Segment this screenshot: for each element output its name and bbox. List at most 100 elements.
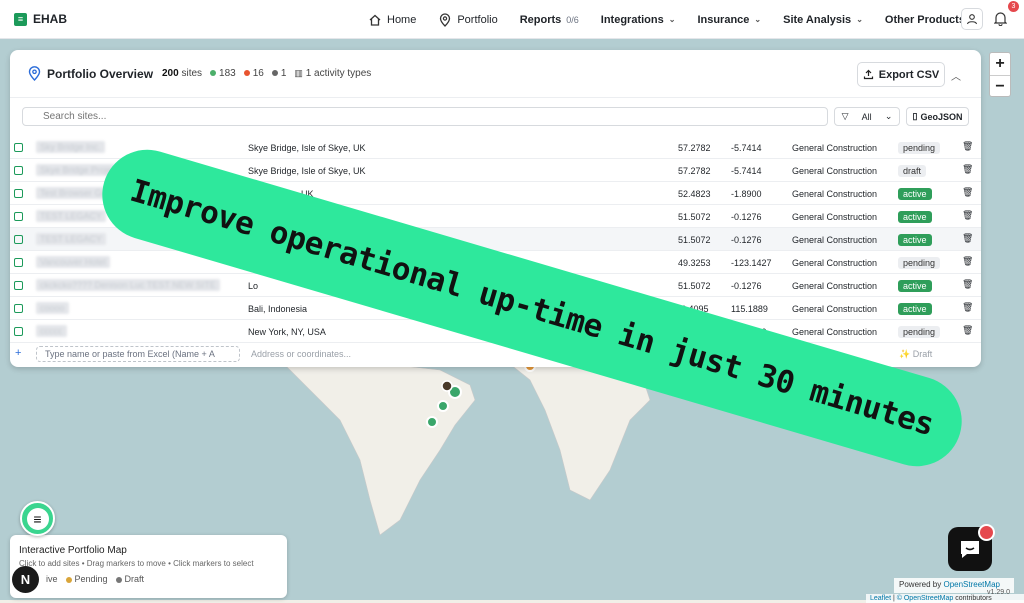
osm-link[interactable]: OpenStreetMap <box>943 580 999 589</box>
active-dot-icon <box>210 70 217 77</box>
site-activity-type: General Construction <box>792 166 878 176</box>
n-avatar-button[interactable]: N <box>12 566 39 593</box>
map-marker-selected[interactable] <box>441 380 453 392</box>
notification-bell-icon[interactable] <box>994 11 1007 26</box>
site-name[interactable]: Vancouver Hotel <box>36 256 110 268</box>
bar-chart-icon: ▥ <box>294 68 303 78</box>
chevron-up-icon[interactable]: ︿ <box>951 68 961 83</box>
legend-draft: Draft <box>115 574 145 584</box>
brand[interactable]: ≡ EHAB <box>14 12 67 26</box>
site-name[interactable]: coooo <box>36 302 69 314</box>
site-status-badge[interactable]: pending <box>898 257 941 269</box>
sites-label: sites <box>181 68 203 79</box>
site-longitude: -123.1427 <box>731 258 772 268</box>
geojson-button[interactable]: ▯ GeoJSON <box>906 107 969 126</box>
zoom-out-button[interactable]: − <box>990 75 1010 97</box>
site-status-badge[interactable]: pending <box>898 142 941 154</box>
trash-icon[interactable]: 🗑 <box>962 325 973 336</box>
row-checkbox[interactable] <box>14 212 23 221</box>
legend-active: ive <box>46 574 58 584</box>
site-name[interactable]: TEST LEGACY <box>36 210 106 222</box>
trash-icon[interactable]: 🗑 <box>962 233 973 244</box>
activity-types-stat: ▥ 1 activity types <box>294 68 371 79</box>
site-name[interactable]: TEST LEGACY <box>36 233 106 245</box>
activity-types-label: 1 activity types <box>305 68 372 79</box>
new-site-address-input[interactable]: Address or coordinates... <box>251 349 351 359</box>
trash-icon[interactable]: 🗑 <box>962 187 973 198</box>
contributors-label: contributors <box>955 595 992 602</box>
nav-home-label: Home <box>387 13 417 26</box>
leaflet-link[interactable]: Leaflet <box>870 595 891 602</box>
site-status-badge[interactable]: active <box>898 188 932 200</box>
map-marker-active[interactable] <box>437 400 449 412</box>
add-row-plus-icon[interactable]: + <box>15 347 21 359</box>
site-activity-type: General Construction <box>792 281 878 291</box>
osm-copyright-link[interactable]: © OpenStreetMap <box>897 595 954 602</box>
trash-icon[interactable]: 🗑 <box>962 279 973 290</box>
trash-icon[interactable]: 🗑 <box>962 141 973 152</box>
site-status-badge[interactable]: draft <box>898 165 927 177</box>
search-input[interactable] <box>22 107 828 126</box>
trash-icon[interactable]: 🗑 <box>962 210 973 221</box>
legend-draft-label: Draft <box>124 574 145 584</box>
export-csv-button[interactable]: Export CSV <box>857 62 945 87</box>
site-status-badge[interactable]: active <box>898 303 932 315</box>
upload-icon <box>863 69 873 80</box>
site-name[interactable]: ccccc <box>36 325 67 337</box>
filter-value: All <box>861 111 872 122</box>
trash-icon[interactable]: 🗑 <box>962 164 973 175</box>
chevron-down-icon: ⌄ <box>754 15 762 24</box>
brand-logo-icon: ≡ <box>26 507 49 530</box>
chat-icon <box>961 541 979 558</box>
sites-total: 200 sites <box>162 68 202 79</box>
draft-stat: 1 <box>271 68 286 79</box>
site-status-badge[interactable]: active <box>898 280 932 292</box>
portfolio-stats: 200 sites 183 16 1 ▥ 1 activity types <box>162 68 371 79</box>
chevron-down-icon: ⌄ <box>668 15 676 24</box>
nav-reports-count: 0/6 <box>566 14 579 25</box>
row-checkbox[interactable] <box>14 304 23 313</box>
active-stat: 183 <box>210 68 236 79</box>
brand-round-logo[interactable]: ≡ <box>20 501 55 536</box>
nav-home[interactable]: Home <box>368 13 416 27</box>
new-site-name-input[interactable]: Type name or paste from Excel (Name + A <box>36 346 240 362</box>
site-address: New York, NY, USA <box>248 327 326 337</box>
nav-integrations[interactable]: Integrations ⌄ <box>601 14 676 26</box>
row-checkbox[interactable] <box>14 166 23 175</box>
status-filter-select[interactable]: ▽ All ⌄ <box>834 107 900 126</box>
map-marker-active[interactable] <box>426 416 438 428</box>
site-status-badge[interactable]: pending <box>898 326 941 338</box>
chat-notification-dot <box>978 524 995 541</box>
site-address: Skye Bridge, Isle of Skye, UK <box>248 166 366 176</box>
row-checkbox[interactable] <box>14 281 23 290</box>
nav-site-analysis[interactable]: Site Analysis ⌄ <box>783 14 863 26</box>
row-checkbox[interactable] <box>14 235 23 244</box>
nav-insurance-label: Insurance <box>697 13 750 26</box>
site-status-badge[interactable]: active <box>898 234 932 246</box>
map-legend: Interactive Portfolio Map Click to add s… <box>10 535 287 598</box>
zoom-in-button[interactable]: + <box>990 53 1010 75</box>
row-checkbox[interactable] <box>14 327 23 336</box>
site-name[interactable]: ckckcko???? Denison Luc TEST NEW SITE <box>36 279 220 291</box>
trash-icon[interactable]: 🗑 <box>962 302 973 313</box>
site-name[interactable]: Sky Bridge Inc. <box>36 141 105 153</box>
site-status-badge[interactable]: active <box>898 211 932 223</box>
site-latitude: 57.2782 <box>678 143 711 153</box>
site-activity-type: General Construction <box>792 143 878 153</box>
nav-portfolio[interactable]: Portfolio <box>438 12 498 27</box>
row-checkbox[interactable] <box>14 143 23 152</box>
nav-insurance[interactable]: Insurance ⌄ <box>697 14 761 26</box>
user-icon <box>966 14 978 25</box>
site-activity-type: General Construction <box>792 189 878 199</box>
nav-reports[interactable]: Reports 0/6 <box>520 14 579 26</box>
user-menu-button[interactable] <box>961 8 983 30</box>
zoom-control: + − <box>989 52 1011 97</box>
row-checkbox[interactable] <box>14 258 23 267</box>
site-latitude: 49.3253 <box>678 258 711 268</box>
site-longitude: -1.8900 <box>731 189 762 199</box>
top-navigation: ≡ EHAB Home Portfolio Reports 0/6 Integr… <box>0 0 1024 39</box>
home-icon <box>369 14 381 26</box>
trash-icon[interactable]: 🗑 <box>962 256 973 267</box>
nav-site-analysis-label: Site Analysis <box>783 13 852 26</box>
row-checkbox[interactable] <box>14 189 23 198</box>
